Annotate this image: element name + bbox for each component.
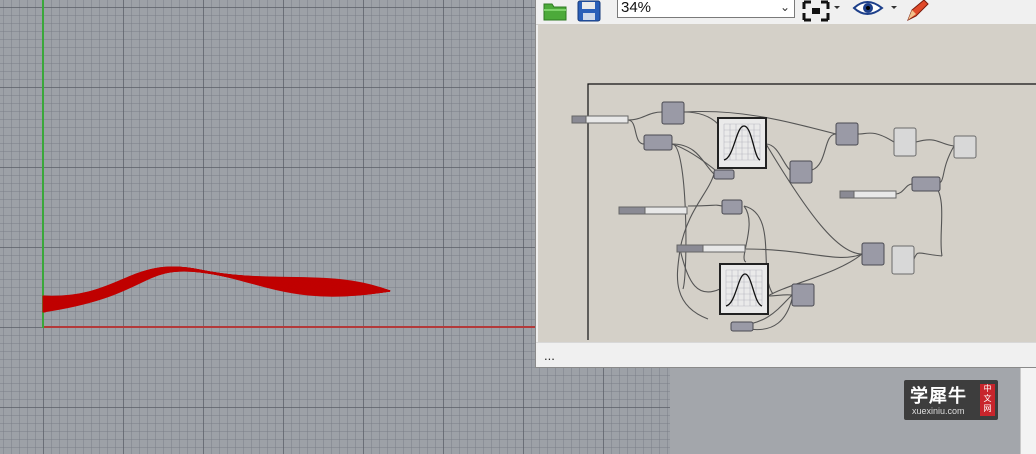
gh-canvas[interactable] (538, 24, 1036, 342)
number-slider[interactable] (571, 115, 629, 124)
gh-definition (571, 83, 1036, 340)
logo-title: 学犀牛 (910, 386, 967, 407)
gh-panel[interactable] (893, 127, 917, 157)
graph-mapper[interactable] (717, 117, 767, 169)
folder-open-icon[interactable] (542, 0, 568, 22)
graph-mapper[interactable] (719, 263, 769, 315)
status-text: ... (544, 348, 555, 363)
floppy-save-icon[interactable] (576, 0, 602, 22)
gh-component[interactable] (721, 199, 743, 215)
pen-icon[interactable] (904, 0, 932, 22)
eye-icon[interactable] (851, 0, 899, 22)
zoom-extents-icon[interactable] (801, 0, 841, 22)
logo-badge: 中文网 (980, 384, 995, 416)
gh-component[interactable] (789, 160, 813, 184)
logo-badge-text: 中文网 (983, 384, 992, 413)
gh-panel[interactable] (953, 135, 977, 159)
number-slider[interactable] (839, 190, 897, 199)
site-logo: 学犀牛 xuexiniu.com 中文网 (904, 380, 998, 420)
zoom-dropdown[interactable]: 34% ⌄ (617, 0, 795, 18)
logo-site: xuexiniu.com (912, 406, 965, 416)
gh-component[interactable] (730, 321, 754, 332)
gh-component[interactable] (643, 134, 673, 151)
zoom-level-value: 34% (621, 0, 652, 16)
gh-component[interactable] (661, 101, 685, 125)
status-bar: ... (536, 342, 1036, 367)
number-slider[interactable] (676, 244, 746, 253)
gh-component[interactable] (713, 169, 735, 180)
gh-component[interactable] (791, 283, 815, 307)
grasshopper-window: 34% ⌄ ... (535, 0, 1036, 368)
number-slider[interactable] (618, 206, 688, 215)
chevron-down-icon: ⌄ (779, 0, 790, 14)
gh-component[interactable] (861, 242, 885, 266)
side-panel-strip (1020, 368, 1036, 454)
gh-toolbar: 34% ⌄ (536, 0, 1036, 25)
gh-panel[interactable] (891, 245, 915, 275)
gh-component[interactable] (835, 122, 859, 146)
gh-component[interactable] (911, 176, 941, 192)
